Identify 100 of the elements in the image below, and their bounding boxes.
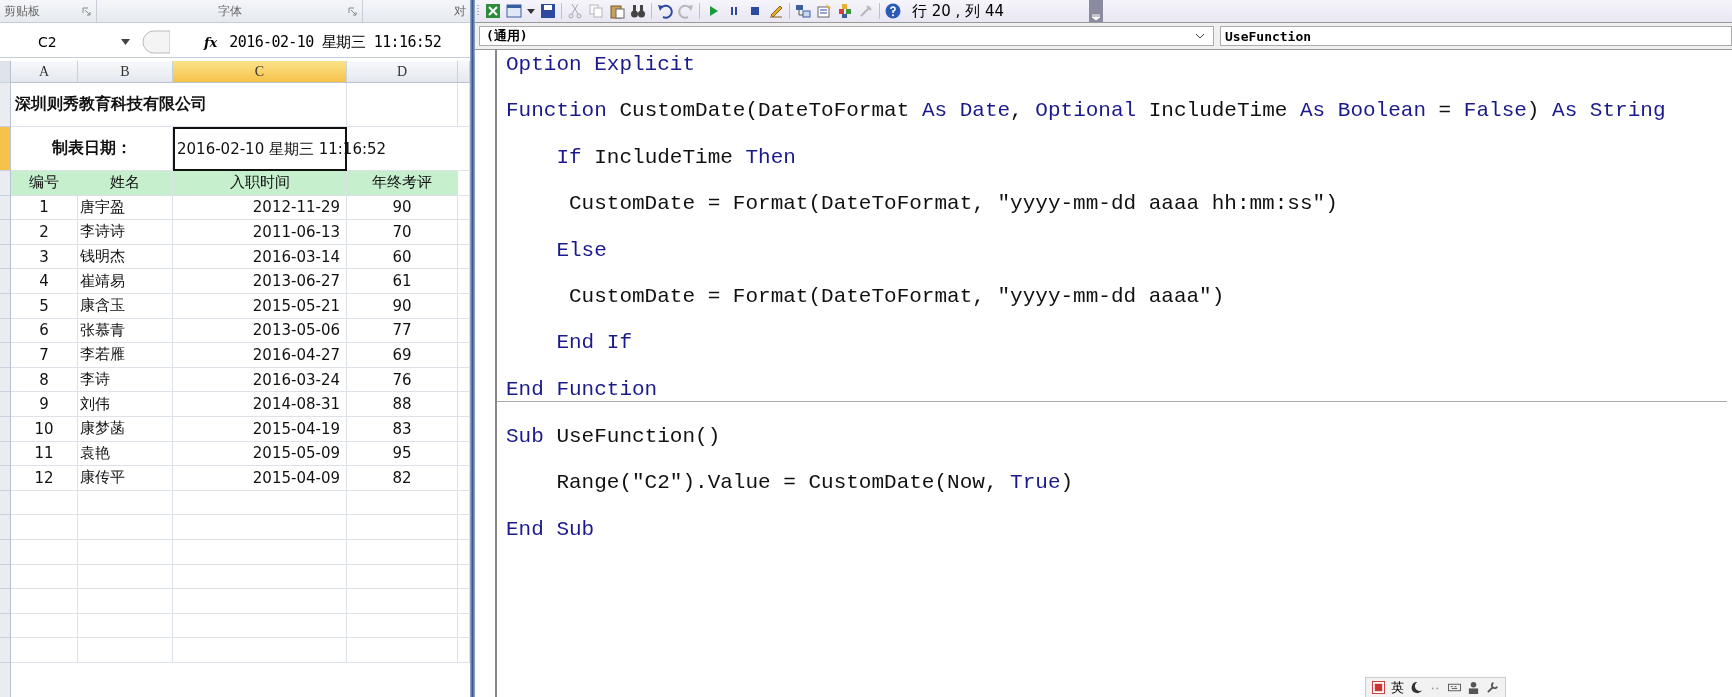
table-cell: 70 — [347, 220, 458, 245]
table-cell: 2015-04-19 — [173, 416, 347, 442]
design-mode-icon[interactable] — [768, 3, 784, 19]
code-text: = — [1437, 99, 1453, 123]
code-keyword: Sub — [506, 425, 544, 449]
column-header[interactable]: C — [173, 61, 347, 82]
table-cell: 2016-03-24 — [173, 367, 347, 393]
code-text: CustomDate(DateToFormat — [618, 99, 911, 123]
ribbon-group-label: 剪贴板 — [3, 2, 41, 20]
toolbar-overflow-icon[interactable] — [1089, 0, 1103, 22]
person-icon[interactable] — [1467, 681, 1480, 694]
column-heading-cell: 编号 — [11, 171, 78, 196]
name-box[interactable]: C2 — [0, 30, 136, 54]
moon-icon[interactable] — [1410, 681, 1423, 694]
table-cell: 2013-05-06 — [173, 318, 347, 344]
binoculars-icon[interactable] — [630, 3, 646, 19]
table-cell: 61 — [347, 269, 458, 294]
project-explorer-icon[interactable] — [795, 3, 811, 19]
dialog-launcher-icon[interactable] — [348, 7, 357, 16]
help-icon[interactable] — [885, 3, 901, 19]
code-keyword: If — [555, 145, 582, 169]
undo-icon[interactable] — [657, 3, 673, 19]
redo-icon[interactable] — [678, 3, 694, 19]
language-toggle[interactable]: 英 — [1391, 678, 1404, 697]
code-keyword: End Function — [506, 377, 658, 401]
code-keyword: As String — [1552, 99, 1666, 123]
table-cell: 9 — [11, 392, 78, 417]
table-cell: 88 — [347, 392, 458, 417]
table-cell: 2016-03-14 — [173, 244, 347, 270]
company-title: 深圳则秀教育科技有限公司 — [14, 94, 207, 115]
column-header[interactable]: A — [11, 61, 78, 82]
procedure-dropdown[interactable]: UseFunction — [1220, 26, 1732, 46]
code-keyword: True — [1010, 471, 1061, 495]
table-cell: 李若雁 — [78, 343, 173, 368]
code-keyword: Optional — [1035, 99, 1137, 123]
code-keyword: Else — [555, 238, 607, 262]
table-cell: 82 — [347, 466, 458, 491]
save-icon[interactable] — [540, 3, 556, 19]
object-browser-icon[interactable] — [837, 3, 853, 19]
table-cell: 2015-05-21 — [173, 293, 347, 319]
table-cell: 李诗诗 — [78, 220, 173, 245]
column-header[interactable]: D — [347, 61, 458, 82]
table-cell: 康梦菡 — [78, 416, 173, 442]
row-header[interactable] — [0, 127, 10, 171]
column-heading-cell: 入职时间 — [173, 171, 347, 196]
dialog-launcher-icon[interactable] — [82, 7, 91, 16]
code-keyword: Option Explicit — [506, 53, 696, 77]
select-all-corner[interactable] — [0, 61, 10, 83]
paste-icon[interactable] — [609, 3, 625, 19]
table-cell: 刘伟 — [78, 392, 173, 417]
table-cell: 唐宇盈 — [78, 195, 173, 221]
code-keyword: False — [1463, 99, 1527, 123]
object-dropdown[interactable]: (通用) — [479, 26, 1214, 46]
date-label: 制表日期： — [51, 138, 132, 159]
table-cell: 4 — [11, 269, 78, 294]
dropdown-caret-icon[interactable] — [121, 39, 130, 45]
wrench-icon[interactable] — [1486, 681, 1499, 694]
toolbox-icon[interactable] — [858, 3, 874, 19]
table-cell: 2012-11-29 — [173, 195, 347, 221]
table-cell: 2011-06-13 — [173, 220, 347, 245]
formula-input[interactable]: 2016-02-10 星期三 11:16:52 — [229, 32, 442, 52]
table-cell: 7 — [11, 343, 78, 368]
column-heading-cell: 年终考评 — [347, 171, 458, 196]
cursor-position-text: 行 20 , 列 44 — [912, 1, 1004, 21]
resize-handle-icon[interactable] — [140, 30, 170, 54]
table-cell: 2015-04-09 — [173, 466, 347, 491]
table-cell: 90 — [347, 195, 458, 221]
insert-function-button[interactable]: fx — [204, 34, 218, 50]
keyboard-icon[interactable] — [1448, 681, 1461, 694]
window-splitter[interactable] — [470, 0, 475, 697]
code-keyword: As Boolean — [1300, 99, 1426, 123]
table-cell: 2 — [11, 220, 78, 245]
copy-icon[interactable] — [588, 3, 604, 19]
cut-icon[interactable] — [567, 3, 583, 19]
code-text: UseFunction() — [555, 425, 721, 449]
table-cell: 12 — [11, 466, 78, 491]
table-cell: 2014-08-31 — [173, 392, 347, 417]
input-mode-icon[interactable] — [1372, 681, 1385, 694]
code-keyword: Function — [506, 99, 607, 123]
ribbon-group-label: 对 — [453, 2, 467, 20]
spreadsheet-icon[interactable] — [485, 3, 501, 19]
code-keyword: Then — [745, 145, 796, 169]
table-cell: 李诗 — [78, 367, 173, 393]
code-text: IncludeTime — [1147, 99, 1289, 123]
table-cell: 康传平 — [78, 466, 173, 491]
code-keyword: As Date — [921, 99, 1011, 123]
dropdown-caret-icon[interactable] — [527, 8, 535, 14]
table-cell: 6 — [11, 318, 78, 344]
code-text: , — [1010, 99, 1024, 123]
table-cell: 90 — [347, 293, 458, 319]
table-cell: 3 — [11, 244, 78, 270]
table-cell: 2016-04-27 — [173, 343, 347, 368]
code-text: Range("C2").Value = CustomDate(Now, — [555, 471, 999, 495]
window-icon[interactable] — [506, 3, 522, 19]
code-text: CustomDate = Format(DateToFormat, "yyyy-mm-dd aaaa") — [568, 284, 1225, 309]
table-cell: 5 — [11, 293, 78, 319]
dropdown-caret-icon[interactable] — [1195, 33, 1205, 39]
code-keyword: End Sub — [506, 517, 595, 541]
properties-icon[interactable] — [816, 3, 832, 19]
table-cell: 钱明杰 — [78, 244, 173, 270]
